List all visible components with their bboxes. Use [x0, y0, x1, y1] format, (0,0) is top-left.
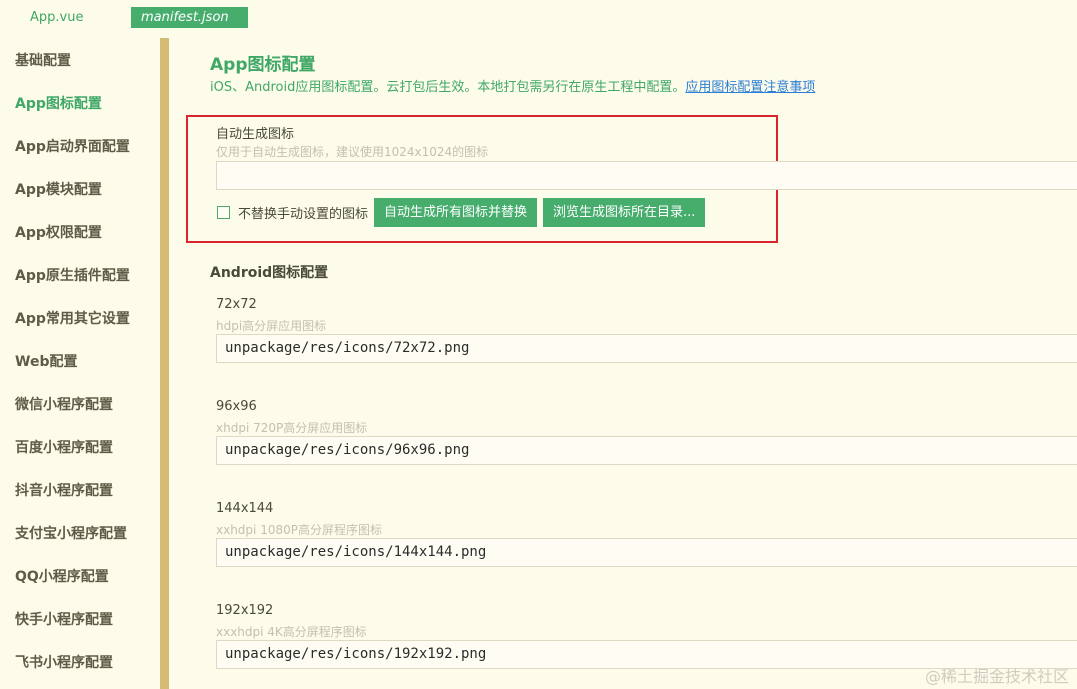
- android-icon-96-hint: xhdpi 720P高分屏应用图标: [216, 421, 368, 435]
- sidebar-item-app-native-plugins[interactable]: App原生插件配置: [15, 264, 130, 288]
- browse-icon-directory-button[interactable]: 浏览生成图标所在目录...: [543, 197, 706, 227]
- android-icon-72-hint: hdpi高分屏应用图标: [216, 319, 327, 333]
- sidebar-item-qq-mp[interactable]: QQ小程序配置: [15, 565, 109, 589]
- sidebar-item-feishu-mp[interactable]: 飞书小程序配置: [15, 651, 113, 675]
- sidebar-item-baidu-mp[interactable]: 百度小程序配置: [15, 436, 113, 460]
- generate-all-icons-button[interactable]: 自动生成所有图标并替换: [374, 197, 538, 227]
- auto-icon-input[interactable]: [216, 161, 1077, 190]
- auto-icon-label: 自动生成图标: [216, 127, 295, 142]
- android-icon-96-input[interactable]: unpackage/res/icons/96x96.png: [216, 436, 1077, 465]
- android-icon-192-hint: xxxhdpi 4K高分屏程序图标: [216, 625, 367, 639]
- sidebar-item-alipay-mp[interactable]: 支付宝小程序配置: [15, 522, 127, 546]
- android-icon-144-input[interactable]: unpackage/res/icons/144x144.png: [216, 538, 1077, 567]
- sidebar-item-weixin-mp[interactable]: 微信小程序配置: [15, 393, 113, 417]
- auto-icon-hint: 仅用于自动生成图标，建议使用1024x1024的图标: [216, 145, 489, 159]
- sidebar-item-kuaishou-mp[interactable]: 快手小程序配置: [15, 608, 113, 632]
- tab-app-vue[interactable]: App.vue: [20, 7, 93, 28]
- auto-icon-actions: 不替换手动设置的图标 自动生成所有图标并替换 浏览生成图标所在目录...: [217, 197, 711, 227]
- android-icon-96-label: 96x96: [216, 399, 257, 414]
- sidebar: 基础配置 App图标配置 App启动界面配置 App模块配置 App权限配置 A…: [0, 36, 160, 689]
- tab-manifest-json[interactable]: manifest.json: [131, 7, 248, 28]
- no-replace-checkbox[interactable]: [217, 205, 230, 219]
- sidebar-item-douyin-mp[interactable]: 抖音小程序配置: [15, 479, 113, 503]
- watermark: @稀土掘金技术社区: [924, 667, 1069, 686]
- page-description-text: iOS、Android应用图标配置。云打包后生效。本地打包需另行在原生工程中配置…: [210, 80, 686, 95]
- page-title: App图标配置: [210, 55, 316, 75]
- sidebar-item-app-other-settings[interactable]: App常用其它设置: [15, 307, 130, 331]
- sidebar-item-basic[interactable]: 基础配置: [15, 49, 71, 73]
- android-icon-72-input[interactable]: unpackage/res/icons/72x72.png: [216, 334, 1077, 363]
- android-icon-144-label: 144x144: [216, 501, 274, 516]
- android-icon-192-label: 192x192: [216, 603, 274, 618]
- sidebar-item-app-splash[interactable]: App启动界面配置: [15, 135, 130, 159]
- editor-tab-bar: App.vue manifest.json: [0, 0, 1077, 36]
- sidebar-item-web[interactable]: Web配置: [15, 350, 77, 374]
- sidebar-item-app-icon[interactable]: App图标配置: [15, 92, 102, 116]
- sidebar-item-app-modules[interactable]: App模块配置: [15, 178, 102, 202]
- no-replace-checkbox-label: 不替换手动设置的图标: [238, 206, 369, 222]
- android-icon-144-hint: xxhdpi 1080P高分屏程序图标: [216, 523, 382, 537]
- android-section-title: Android图标配置: [210, 265, 329, 281]
- page-description: iOS、Android应用图标配置。云打包后生效。本地打包需另行在原生工程中配置…: [210, 76, 815, 95]
- sidebar-item-app-permissions[interactable]: App权限配置: [15, 221, 102, 245]
- sidebar-divider: [160, 38, 169, 689]
- android-icon-72-label: 72x72: [216, 297, 257, 312]
- main-panel: App图标配置 iOS、Android应用图标配置。云打包后生效。本地打包需另行…: [169, 36, 1077, 689]
- icon-config-notes-link[interactable]: 应用图标配置注意事项: [685, 80, 815, 95]
